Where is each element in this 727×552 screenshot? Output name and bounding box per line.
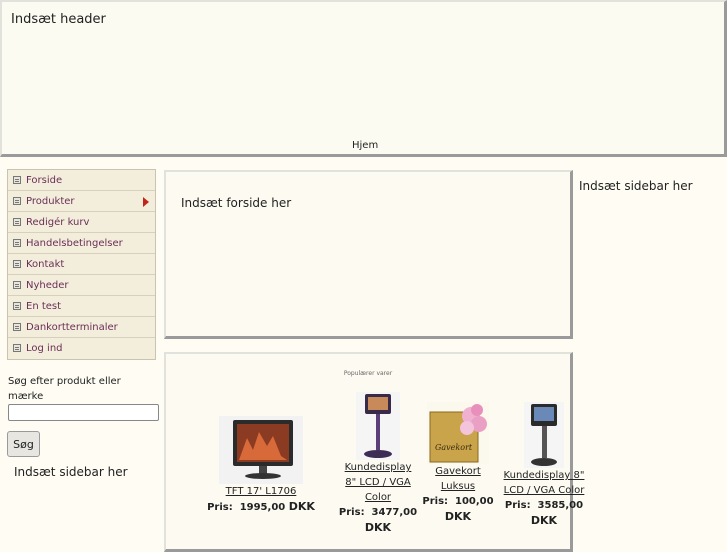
search-button[interactable]: Søg xyxy=(7,431,40,457)
submenu-arrow-icon xyxy=(143,197,149,207)
frontpage-placeholder: Indsæt forside her xyxy=(181,196,292,210)
price-prefix: Pris: xyxy=(338,507,365,518)
popular-products-box: Populærer varer TFT 17' L1706 Pris: 1995… xyxy=(164,352,584,552)
menu-item-label: Produkter xyxy=(26,195,75,207)
price-currency: DKK xyxy=(364,521,392,534)
header-title: Indsæt header xyxy=(11,12,106,27)
price-currency: DKK xyxy=(444,510,472,523)
menu-item-dankortterminaler[interactable]: Dankortterminaler xyxy=(8,317,155,338)
menu-item-log-ind[interactable]: Log ind xyxy=(8,338,155,359)
menu-item-label: Nyheder xyxy=(26,279,69,291)
price-value: 3477,00 xyxy=(371,507,418,518)
menu-item-label: Handelsbetingelser xyxy=(26,237,123,249)
price-value: 100,00 xyxy=(455,496,494,507)
product-card: Gavekort Gavekort Luksus Pris: 100,00 DK… xyxy=(421,402,495,525)
nav-home-link[interactable]: Hjem xyxy=(352,140,378,151)
menu-item-handelsbetingelser[interactable]: Handelsbetingelser xyxy=(8,233,155,254)
menu-item-label: Kontakt xyxy=(26,258,65,270)
menu-bullet-icon xyxy=(13,302,21,310)
menu-item-kontakt[interactable]: Kontakt xyxy=(8,254,155,275)
product-price: Pris: 1995,00 DKK xyxy=(206,499,316,515)
product-card: Kundedisplay 8" LCD / VGA Color Pris: 34… xyxy=(338,392,418,536)
menu-bullet-icon xyxy=(13,197,21,205)
menu-bullet-icon xyxy=(13,281,21,289)
product-name-link[interactable]: TFT 17' L1706 xyxy=(206,484,316,499)
search-input[interactable] xyxy=(8,404,159,421)
header: Indsæt header Hjem xyxy=(0,0,727,157)
price-prefix: Pris: xyxy=(504,500,531,511)
price-prefix: Pris: xyxy=(207,502,233,513)
menu-item-rediger-kurv[interactable]: Redigér kurv xyxy=(8,212,155,233)
price-value: 3585,00 xyxy=(537,500,584,511)
price-value: 1995,00 xyxy=(239,502,286,513)
product-name-link[interactable]: Gavekort Luksus xyxy=(421,464,495,494)
menu-item-label: Log ind xyxy=(26,343,63,354)
product-card: TFT 17' L1706 Pris: 1995,00 DKK xyxy=(206,416,316,515)
menu-bullet-icon xyxy=(13,176,21,184)
popular-heading: Populærer varer xyxy=(343,370,393,377)
right-sidebar-placeholder: Indsæt sidebar her xyxy=(579,179,693,193)
product-name-link[interactable]: Kundedisplay 8" LCD / VGA Color xyxy=(338,460,418,505)
menu-item-produkter[interactable]: Produkter xyxy=(8,191,155,212)
product-image-customer-display-color[interactable] xyxy=(524,402,564,468)
price-currency: DKK xyxy=(530,514,558,527)
menu-item-en-test[interactable]: En test xyxy=(8,296,155,317)
frontpage-box: Indsæt forside her xyxy=(164,170,573,339)
product-image-monitor[interactable] xyxy=(219,416,303,484)
left-sidebar-placeholder: Indsæt sidebar her xyxy=(14,465,128,479)
product-price: Pris: 3477,00 DKK xyxy=(338,505,418,536)
menu-bullet-icon xyxy=(13,218,21,226)
search-label: Søg efter produkt eller mærke xyxy=(8,376,121,402)
menu-item-label: Forside xyxy=(26,174,63,186)
product-image-gift-card[interactable]: Gavekort xyxy=(427,402,489,464)
menu-item-forside[interactable]: Forside xyxy=(8,170,155,191)
price-currency: DKK xyxy=(288,500,315,513)
product-price: Pris: 100,00 DKK xyxy=(421,494,495,525)
menu-item-nyheder[interactable]: Nyheder xyxy=(8,275,155,296)
menu-item-label: Dankortterminaler xyxy=(26,321,118,333)
product-price: Pris: 3585,00 DKK xyxy=(502,498,586,529)
menu-item-label: Redigér kurv xyxy=(26,216,90,228)
menu-bullet-icon xyxy=(13,323,21,331)
price-prefix: Pris: xyxy=(422,496,449,507)
main-menu: Forside Produkter Redigér kurv Handelsbe… xyxy=(7,169,156,360)
menu-item-label: En test xyxy=(26,300,62,312)
menu-bullet-icon xyxy=(13,239,21,247)
product-name-link[interactable]: Kundedisplay 8" LCD / VGA Color xyxy=(502,468,586,498)
product-card: Kundedisplay 8" LCD / VGA Color Pris: 35… xyxy=(502,402,586,529)
menu-bullet-icon xyxy=(13,344,21,352)
product-image-customer-display[interactable] xyxy=(356,392,400,460)
menu-bullet-icon xyxy=(13,260,21,268)
gift-card-text: Gavekort xyxy=(435,443,473,452)
